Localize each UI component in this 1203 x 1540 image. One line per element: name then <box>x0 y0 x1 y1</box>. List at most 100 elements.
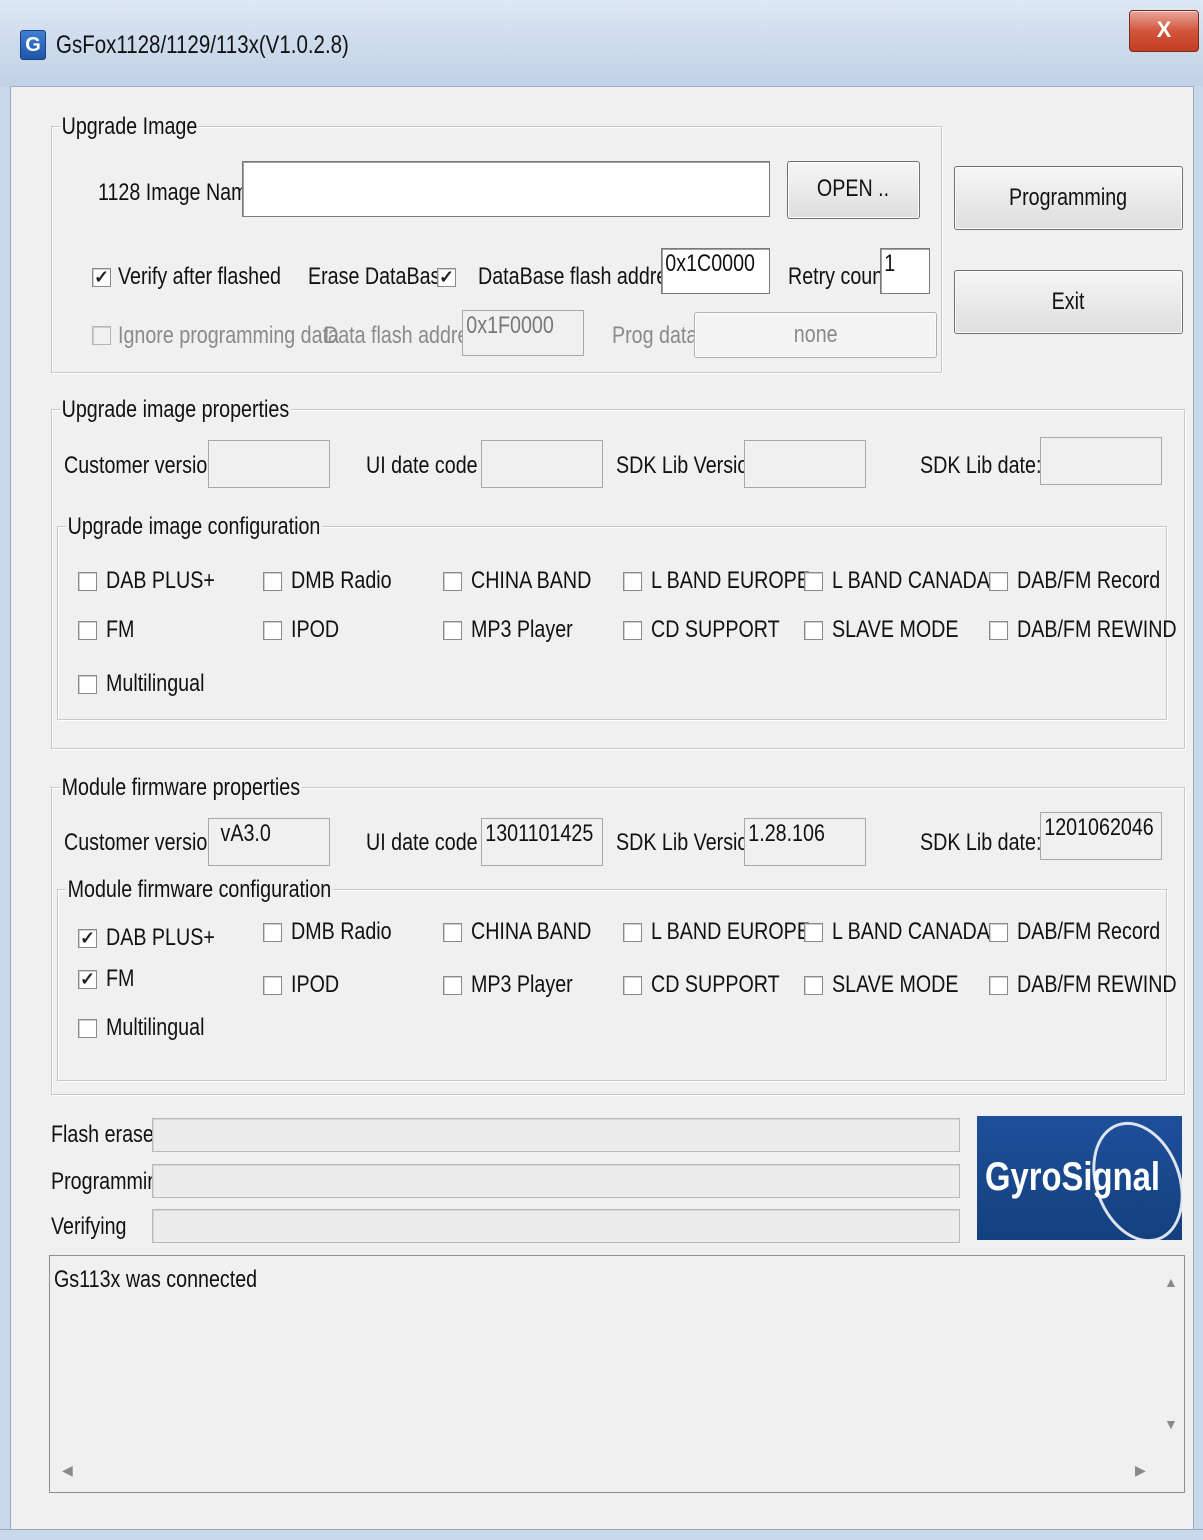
module-opt-dmb-radio-checkbox[interactable] <box>263 923 282 942</box>
programming-button[interactable]: Programming <box>954 166 1183 230</box>
upgrade-opt-china-band-label: CHINA BAND <box>471 567 592 594</box>
window-frame-right <box>1193 86 1203 1539</box>
data-flash-address-input[interactable]: 0x1F0000 <box>462 310 584 356</box>
programming-button-label: Programming <box>1009 184 1128 211</box>
module-opt-multilingual-checkbox[interactable] <box>78 1019 97 1038</box>
upgrade-opt-dmb-radio-checkbox[interactable] <box>263 572 282 591</box>
module-sdk-date-value: 1201062046 <box>1044 814 1154 841</box>
upgrade-sdk-date-label: SDK Lib date: <box>920 452 1042 479</box>
data-flash-address-value: 0x1F0000 <box>466 312 554 339</box>
log-vertical-scrollbar[interactable]: ▲ ▼ <box>1157 1256 1183 1454</box>
upgrade-properties-legend: Upgrade image properties <box>60 396 291 424</box>
upgrade-opt-fm-checkbox[interactable] <box>78 621 97 640</box>
upgrade-opt-cd-support-label: CD SUPPORT <box>651 616 780 643</box>
exit-button[interactable]: Exit <box>954 270 1183 334</box>
upgrade-opt-multilingual-checkbox[interactable] <box>78 675 97 694</box>
upgrade-opt-ipod-label: IPOD <box>291 616 340 643</box>
upgrade-opt-l-band-canada-checkbox[interactable] <box>804 572 823 591</box>
verify-checkbox[interactable]: ✓ <box>92 268 111 287</box>
image-name-label: 1128 Image Name: <box>98 179 264 206</box>
flash-erase-progress <box>152 1118 960 1152</box>
upgrade-opt-slave-mode-checkbox[interactable] <box>804 621 823 640</box>
module-opt-ipod-checkbox[interactable] <box>263 976 282 995</box>
logo-text: GyroSignal <box>985 1155 1160 1199</box>
module-opt-dab-plus-checkbox[interactable]: ✓ <box>78 929 97 948</box>
module-opt-mp3-player-label: MP3 Player <box>471 971 573 998</box>
window-title: GsFox1128/1129/113x(V1.0.2.8) <box>56 31 349 59</box>
upgrade-opt-slave-mode-label: SLAVE MODE <box>832 616 959 643</box>
upgrade-opt-multilingual-label: Multilingual <box>106 670 205 697</box>
scroll-right-icon[interactable]: ▶ <box>1135 1462 1146 1479</box>
upgrade-opt-dmb-radio-label: DMB Radio <box>291 567 392 594</box>
module-opt-mp3-player-checkbox[interactable] <box>443 976 462 995</box>
upgrade-opt-mp3-player-label: MP3 Player <box>471 616 573 643</box>
retry-count-label: Retry count: <box>788 263 895 290</box>
upgrade-sdk-date-field <box>1040 437 1162 485</box>
upgrade-sdk-version-label: SDK Lib Version: <box>616 452 765 479</box>
module-opt-l-band-europe-checkbox[interactable] <box>623 923 642 942</box>
prog-data-select[interactable]: none <box>694 312 937 358</box>
module-opt-dab-fm-record-label: DAB/FM Record <box>1017 918 1161 945</box>
module-customer-version-field: vA3.0 <box>208 818 330 866</box>
log-text: Gs113x was connected <box>54 1266 258 1293</box>
open-button[interactable]: OPEN .. <box>787 161 920 219</box>
flash-erase-label: Flash erase <box>51 1121 154 1148</box>
module-opt-cd-support-label: CD SUPPORT <box>651 971 780 998</box>
module-opt-dab-fm-rewind-label: DAB/FM REWIND <box>1017 971 1177 998</box>
module-opt-fm-checkbox[interactable]: ✓ <box>78 970 97 989</box>
module-opt-multilingual-label: Multilingual <box>106 1014 205 1041</box>
scroll-up-icon[interactable]: ▲ <box>1164 1274 1178 1290</box>
module-customer-version-label: Customer version: <box>64 829 224 856</box>
prog-data-value: none <box>793 321 838 348</box>
upgrade-customer-version-label: Customer version: <box>64 452 224 479</box>
module-opt-dmb-radio-label: DMB Radio <box>291 918 392 945</box>
retry-count-value: 1 <box>884 250 896 277</box>
log-horizontal-scrollbar[interactable]: ◀ ▶ <box>50 1454 1157 1491</box>
module-ui-date-value: 1301101425 <box>485 820 594 847</box>
module-opt-slave-mode-label: SLAVE MODE <box>832 971 959 998</box>
image-name-input[interactable] <box>242 161 770 217</box>
prog-data-label: Prog data: <box>612 322 703 349</box>
module-opt-dab-fm-record-checkbox[interactable] <box>989 923 1008 942</box>
upgrade-opt-l-band-europe-checkbox[interactable] <box>623 572 642 591</box>
upgrade-image-legend: Upgrade Image <box>60 113 199 141</box>
database-flash-address-input[interactable]: 0x1C0000 <box>661 248 770 294</box>
retry-count-input[interactable]: 1 <box>880 248 930 294</box>
upgrade-opt-dab-plus-checkbox[interactable] <box>78 572 97 591</box>
ignore-programming-label: Ignore programming data <box>118 322 339 349</box>
erase-database-checkbox[interactable]: ✓ <box>437 268 456 287</box>
module-opt-l-band-canada-checkbox[interactable] <box>804 923 823 942</box>
ignore-programming-checkbox[interactable] <box>92 326 111 345</box>
upgrade-opt-dab-fm-record-checkbox[interactable] <box>989 572 1008 591</box>
exit-button-label: Exit <box>1052 288 1085 315</box>
module-opt-fm-label: FM <box>106 965 135 992</box>
upgrade-opt-cd-support-checkbox[interactable] <box>623 621 642 640</box>
upgrade-customer-version-field <box>208 440 330 488</box>
module-opt-l-band-canada-label: L BAND CANADA <box>832 918 990 945</box>
module-sdk-date-label: SDK Lib date: <box>920 829 1042 856</box>
verify-label: Verify after flashed <box>118 263 282 290</box>
gyrosignal-logo: GyroSignal <box>977 1116 1182 1240</box>
upgrade-opt-china-band-checkbox[interactable] <box>443 572 462 591</box>
module-opt-dab-fm-rewind-checkbox[interactable] <box>989 976 1008 995</box>
module-opt-china-band-checkbox[interactable] <box>443 923 462 942</box>
module-opt-slave-mode-checkbox[interactable] <box>804 976 823 995</box>
upgrade-opt-ipod-checkbox[interactable] <box>263 621 282 640</box>
close-button[interactable]: X <box>1129 10 1199 52</box>
upgrade-opt-dab-fm-rewind-checkbox[interactable] <box>989 621 1008 640</box>
module-opt-cd-support-checkbox[interactable] <box>623 976 642 995</box>
upgrade-ui-date-label: UI date code : <box>366 452 489 479</box>
database-flash-address-value: 0x1C0000 <box>665 250 756 277</box>
log-textarea[interactable]: Gs113x was connected ▲ ▼ ◀ ▶ <box>49 1255 1185 1493</box>
scroll-left-icon[interactable]: ◀ <box>62 1462 73 1479</box>
upgrade-opt-dab-fm-record-label: DAB/FM Record <box>1017 567 1161 594</box>
module-properties-legend: Module firmware properties <box>60 774 302 802</box>
close-icon: X <box>1156 17 1172 42</box>
upgrade-sdk-version-field <box>744 440 866 488</box>
upgrade-opt-fm-label: FM <box>106 616 135 643</box>
module-opt-l-band-europe-label: L BAND EUROPE <box>651 918 810 945</box>
verifying-label: Verifying <box>51 1213 127 1240</box>
scroll-down-icon[interactable]: ▼ <box>1164 1416 1178 1432</box>
programming-progress <box>152 1164 960 1198</box>
upgrade-opt-mp3-player-checkbox[interactable] <box>443 621 462 640</box>
